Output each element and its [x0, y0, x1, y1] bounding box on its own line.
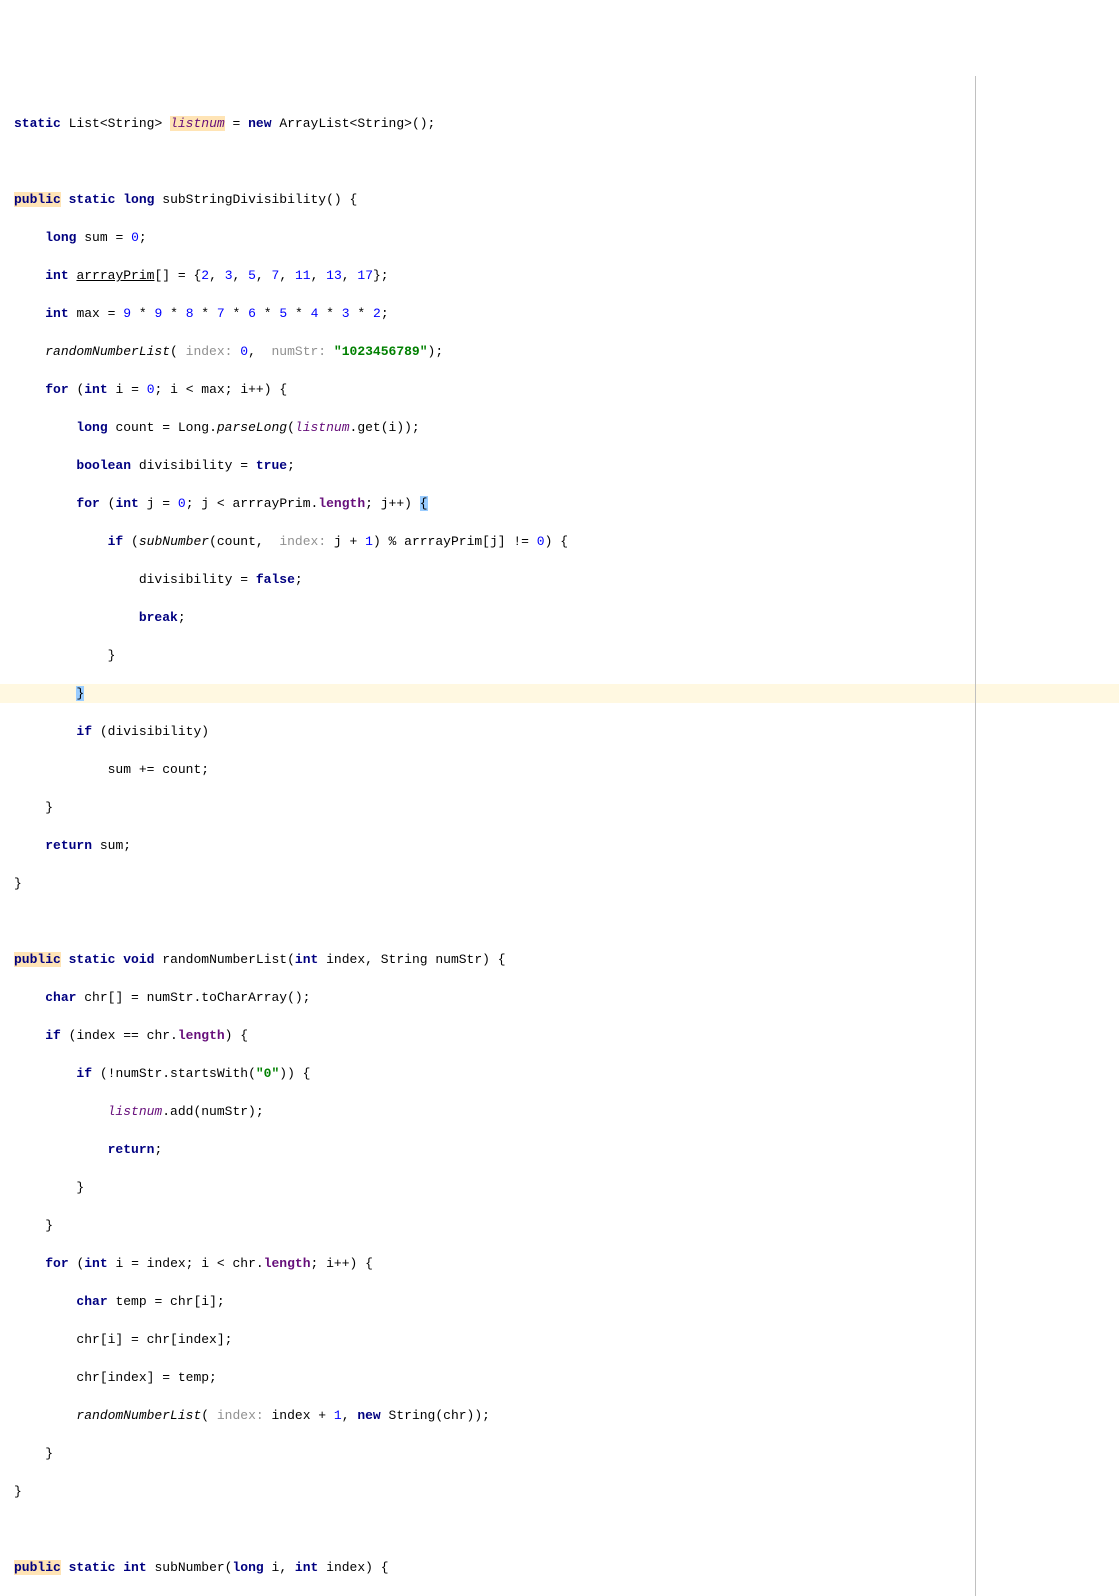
code-line[interactable]: long sum = 0; — [0, 228, 1119, 247]
code-line[interactable]: if (divisibility) — [0, 722, 1119, 741]
code-line[interactable]: char temp = chr[i]; — [0, 1292, 1119, 1311]
code-line[interactable]: public static int subNumber(long i, int … — [0, 1558, 1119, 1577]
code-line[interactable]: if (subNumber(count, index: j + 1) % arr… — [0, 532, 1119, 551]
code-line[interactable]: } — [0, 1444, 1119, 1463]
code-line[interactable]: } — [0, 684, 1119, 703]
code-editor[interactable]: static List<String> listnum = new ArrayL… — [0, 76, 1119, 1596]
code-line[interactable]: chr[i] = chr[index]; — [0, 1330, 1119, 1349]
code-line[interactable]: return sum; — [0, 836, 1119, 855]
code-line[interactable]: int max = 9 * 9 * 8 * 7 * 6 * 5 * 4 * 3 … — [0, 304, 1119, 323]
code-line[interactable]: boolean divisibility = true; — [0, 456, 1119, 475]
code-line[interactable]: divisibility = false; — [0, 570, 1119, 589]
code-line[interactable]: } — [0, 646, 1119, 665]
code-line[interactable]: public static void randomNumberList(int … — [0, 950, 1119, 969]
code-line[interactable]: listnum.add(numStr); — [0, 1102, 1119, 1121]
code-line[interactable]: chr[index] = temp; — [0, 1368, 1119, 1387]
code-line[interactable]: long count = Long.parseLong(listnum.get(… — [0, 418, 1119, 437]
code-line[interactable]: if (index == chr.length) { — [0, 1026, 1119, 1045]
code-line[interactable]: break; — [0, 608, 1119, 627]
code-line[interactable]: } — [0, 1482, 1119, 1501]
code-line[interactable]: for (int i = 0; i < max; i++) { — [0, 380, 1119, 399]
code-line[interactable]: int arrrayPrim[] = {2, 3, 5, 7, 11, 13, … — [0, 266, 1119, 285]
code-line[interactable] — [0, 152, 1119, 171]
code-line[interactable]: return; — [0, 1140, 1119, 1159]
code-line[interactable]: if (!numStr.startsWith("0")) { — [0, 1064, 1119, 1083]
code-line[interactable]: } — [0, 1216, 1119, 1235]
code-line[interactable] — [0, 912, 1119, 931]
code-line[interactable]: } — [0, 1178, 1119, 1197]
code-line[interactable]: randomNumberList( index: index + 1, new … — [0, 1406, 1119, 1425]
code-line[interactable]: randomNumberList( index: 0, numStr: "102… — [0, 342, 1119, 361]
code-line[interactable]: } — [0, 798, 1119, 817]
code-line[interactable]: public static long subStringDivisibility… — [0, 190, 1119, 209]
code-line[interactable]: sum += count; — [0, 760, 1119, 779]
code-line[interactable]: for (int j = 0; j < arrrayPrim.length; j… — [0, 494, 1119, 513]
code-line[interactable] — [0, 1520, 1119, 1539]
code-line[interactable]: } — [0, 874, 1119, 893]
code-line[interactable]: static List<String> listnum = new ArrayL… — [0, 114, 1119, 133]
margin-guide — [975, 76, 976, 1596]
code-line[interactable]: char chr[] = numStr.toCharArray(); — [0, 988, 1119, 1007]
code-line[interactable]: for (int i = index; i < chr.length; i++)… — [0, 1254, 1119, 1273]
